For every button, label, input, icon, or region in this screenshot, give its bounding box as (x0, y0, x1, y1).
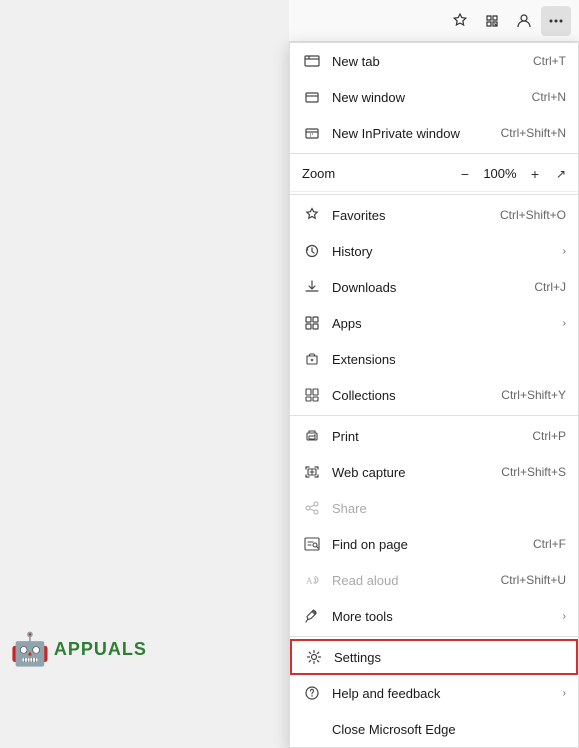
inprivate-icon (302, 123, 322, 143)
menu-item-print[interactable]: Print Ctrl+P (290, 418, 578, 454)
webcapture-label: Web capture (332, 465, 501, 480)
print-label: Print (332, 429, 532, 444)
closeedge-icon (302, 719, 322, 739)
profile-toolbar-icon[interactable] (509, 6, 539, 36)
menu-item-history[interactable]: History › (290, 233, 578, 269)
favorites-toolbar-icon[interactable] (445, 6, 475, 36)
menu-item-downloads[interactable]: Downloads Ctrl+J (290, 269, 578, 305)
menu-item-helpfeedback[interactable]: Help and feedback › (290, 675, 578, 711)
share-label: Share (332, 501, 566, 516)
page-background (0, 0, 289, 688)
settings-icon (304, 647, 324, 667)
findonpage-label: Find on page (332, 537, 533, 552)
menu-item-readaloud[interactable]: A Read aloud Ctrl+Shift+U (290, 562, 578, 598)
new-inprivate-shortcut: Ctrl+Shift+N (501, 126, 566, 140)
menu-item-new-window[interactable]: New window Ctrl+N (290, 79, 578, 115)
helpfeedback-chevron: › (563, 688, 566, 699)
closeedge-label: Close Microsoft Edge (332, 722, 566, 737)
favorites-shortcut: Ctrl+Shift+O (500, 208, 566, 222)
context-menu: New tab Ctrl+T New window Ctrl+N (289, 42, 579, 748)
print-shortcut: Ctrl+P (532, 429, 566, 443)
menu-item-extensions[interactable]: Extensions (290, 341, 578, 377)
zoom-value: 100% (482, 166, 518, 181)
extensions-label: Extensions (332, 352, 566, 367)
menu-item-settings[interactable]: Settings (290, 639, 578, 675)
menu-item-new-tab[interactable]: New tab Ctrl+T (290, 43, 578, 79)
toolbar (289, 0, 579, 42)
moretools-icon (302, 606, 322, 626)
history-icon (302, 241, 322, 261)
collections-label: Collections (332, 388, 501, 403)
history-label: History (332, 244, 559, 259)
apps-chevron: › (563, 318, 566, 329)
favorites-label: Favorites (332, 208, 500, 223)
appuals-logo: 🤖 APPUALS (10, 630, 147, 668)
collections-toolbar-icon[interactable] (477, 6, 507, 36)
findonpage-shortcut: Ctrl+F (533, 537, 566, 551)
new-tab-label: New tab (332, 54, 533, 69)
zoom-label: Zoom (302, 166, 454, 181)
svg-text:A: A (306, 576, 313, 586)
downloads-icon (302, 277, 322, 297)
menu-item-favorites[interactable]: Favorites Ctrl+Shift+O (290, 197, 578, 233)
divider-2 (290, 194, 578, 195)
readaloud-icon: A (302, 570, 322, 590)
readaloud-label: Read aloud (332, 573, 501, 588)
appuals-character: 🤖 (10, 630, 50, 668)
webcapture-icon (302, 462, 322, 482)
find-icon (302, 534, 322, 554)
apps-icon (302, 313, 322, 333)
zoom-row: Zoom − 100% + ↗ (290, 156, 578, 192)
appuals-text: APPUALS (54, 639, 147, 660)
downloads-label: Downloads (332, 280, 534, 295)
divider-4 (290, 636, 578, 637)
downloads-shortcut: Ctrl+J (534, 280, 566, 294)
moretools-label: More tools (332, 609, 559, 624)
apps-label: Apps (332, 316, 559, 331)
new-window-shortcut: Ctrl+N (532, 90, 566, 104)
menu-item-share[interactable]: Share (290, 490, 578, 526)
new-window-icon (302, 87, 322, 107)
webcapture-shortcut: Ctrl+Shift+S (501, 465, 566, 479)
new-tab-icon (302, 51, 322, 71)
collections-icon (302, 385, 322, 405)
favorites-icon (302, 205, 322, 225)
extensions-icon (302, 349, 322, 369)
zoom-controls: − 100% + ↗ (454, 163, 566, 185)
zoom-increase-button[interactable]: + (524, 163, 546, 185)
moretools-chevron: › (563, 611, 566, 622)
zoom-expand-button[interactable]: ↗ (556, 167, 566, 181)
more-toolbar-icon[interactable] (541, 6, 571, 36)
history-chevron: › (563, 246, 566, 257)
menu-item-moretools[interactable]: More tools › (290, 598, 578, 634)
menu-item-apps[interactable]: Apps › (290, 305, 578, 341)
divider-1 (290, 153, 578, 154)
print-icon (302, 426, 322, 446)
settings-label: Settings (334, 650, 564, 665)
new-inprivate-label: New InPrivate window (332, 126, 501, 141)
help-icon (302, 683, 322, 703)
menu-item-closeedge[interactable]: Close Microsoft Edge (290, 711, 578, 747)
divider-3 (290, 415, 578, 416)
menu-item-webcapture[interactable]: Web capture Ctrl+Shift+S (290, 454, 578, 490)
menu-item-new-inprivate[interactable]: New InPrivate window Ctrl+Shift+N (290, 115, 578, 151)
menu-item-findonpage[interactable]: Find on page Ctrl+F (290, 526, 578, 562)
browser-page: New tab Ctrl+T New window Ctrl+N (0, 0, 579, 688)
new-tab-shortcut: Ctrl+T (533, 54, 566, 68)
collections-shortcut: Ctrl+Shift+Y (501, 388, 566, 402)
menu-item-collections[interactable]: Collections Ctrl+Shift+Y (290, 377, 578, 413)
share-icon (302, 498, 322, 518)
new-window-label: New window (332, 90, 532, 105)
zoom-decrease-button[interactable]: − (454, 163, 476, 185)
readaloud-shortcut: Ctrl+Shift+U (501, 573, 566, 587)
